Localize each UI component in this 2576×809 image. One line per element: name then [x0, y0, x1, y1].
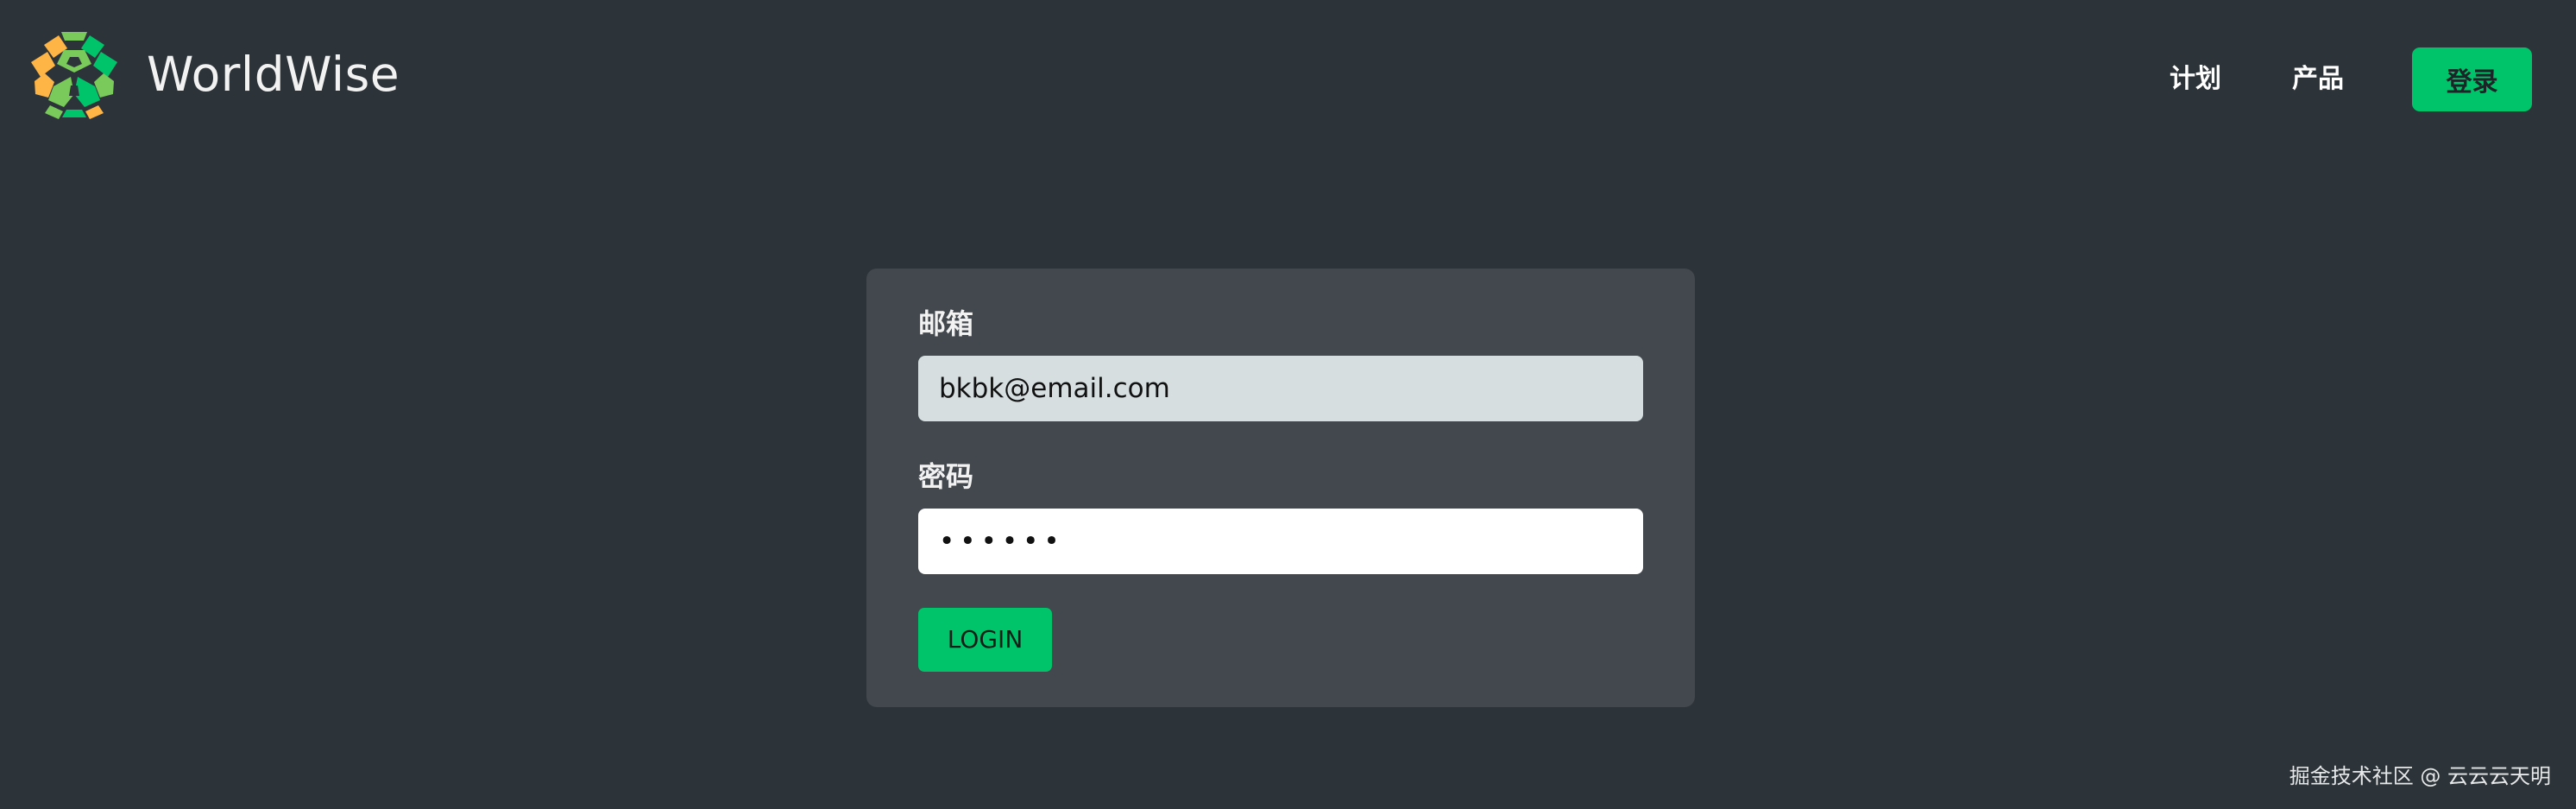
nav-login-button[interactable]: 登录 — [2412, 47, 2532, 111]
source-watermark: 掘金技术社区 @ 云云云天明 — [2289, 764, 2551, 788]
password-label: 密码 — [918, 460, 974, 493]
main-navigation: 计划 产品 登录 — [2170, 47, 2532, 111]
app-name: WorldWise — [147, 46, 400, 102]
login-form-card: 邮箱 密码 LOGIN — [866, 269, 1695, 707]
worldwise-home-link[interactable]: WorldWise — [28, 27, 400, 122]
email-input[interactable] — [918, 356, 1643, 421]
nav-products-link[interactable]: 产品 — [2292, 66, 2344, 92]
login-page: WorldWise 计划 产品 登录 邮箱 密码 LOGIN 掘金技术社区 @ … — [0, 0, 2576, 809]
nav-plans-link[interactable]: 计划 — [2170, 66, 2221, 92]
password-input[interactable] — [918, 509, 1643, 574]
email-label: 邮箱 — [918, 307, 974, 340]
globe-logo-icon — [31, 32, 117, 119]
login-submit-button[interactable]: LOGIN — [918, 608, 1052, 672]
top-navigation: WorldWise 计划 产品 登录 — [0, 0, 2576, 151]
